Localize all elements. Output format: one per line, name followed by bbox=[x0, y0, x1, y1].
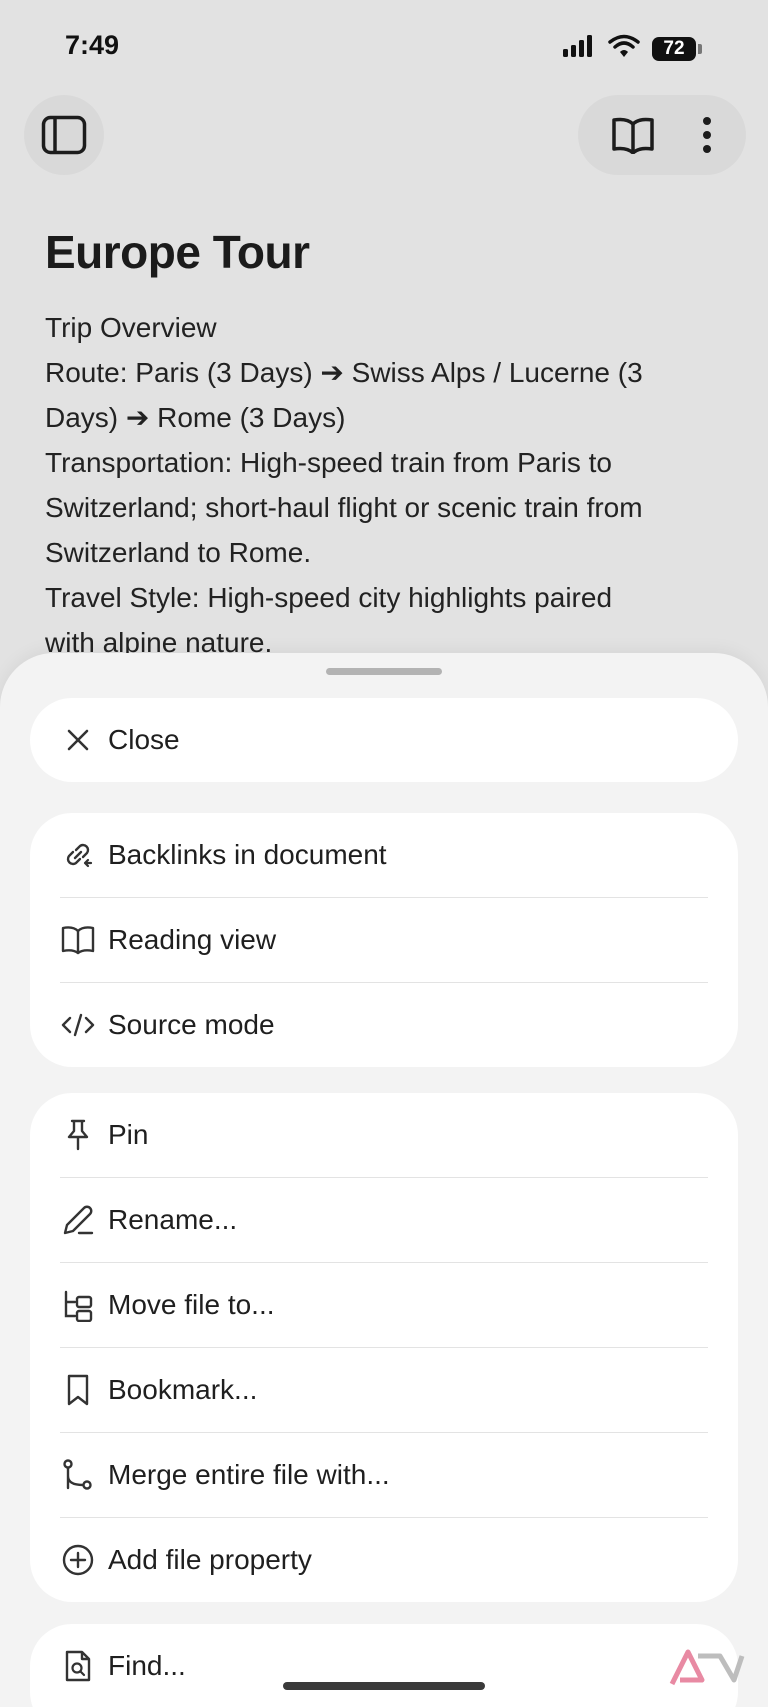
menu-item-bookmark[interactable]: Bookmark... bbox=[30, 1348, 738, 1432]
signal-icon bbox=[562, 34, 596, 63]
menu-item-find[interactable]: Find... bbox=[30, 1624, 738, 1707]
menu-item-label: Rename... bbox=[108, 1204, 238, 1235]
book-open-icon bbox=[60, 922, 96, 958]
watermark-logo bbox=[668, 1640, 748, 1690]
document-line: Switzerland; short-haul flight or scenic… bbox=[45, 492, 643, 523]
document-line: Travel Style: High-speed city highlights… bbox=[45, 582, 613, 613]
menu-item-move-file[interactable]: Move file to... bbox=[30, 1263, 738, 1347]
menu-item-label: Source mode bbox=[108, 1009, 275, 1040]
merge-icon bbox=[60, 1457, 96, 1493]
options-bottom-sheet: Close Backlinks in document Reading view… bbox=[0, 653, 768, 1707]
sheet-drag-handle[interactable] bbox=[326, 668, 442, 675]
close-label: Close bbox=[108, 724, 180, 755]
menu-item-label: Bookmark... bbox=[108, 1374, 258, 1405]
book-open-icon bbox=[612, 117, 654, 154]
status-time: 7:49 bbox=[65, 30, 120, 60]
sidebar-toggle-button[interactable] bbox=[24, 95, 104, 175]
close-card: Close bbox=[30, 698, 738, 782]
search-options-card: Find... bbox=[30, 1624, 738, 1707]
document-line: Trip Overview bbox=[45, 312, 217, 343]
menu-item-backlinks[interactable]: Backlinks in document bbox=[30, 813, 738, 897]
menu-item-rename[interactable]: Rename... bbox=[30, 1178, 738, 1262]
status-icons: 72 bbox=[562, 34, 702, 63]
battery-tip bbox=[698, 43, 702, 54]
more-options-button[interactable] bbox=[701, 115, 713, 155]
menu-item-label: Merge entire file with... bbox=[108, 1459, 390, 1490]
battery-indicator: 72 bbox=[652, 36, 702, 61]
menu-item-label: Pin bbox=[108, 1119, 149, 1150]
menu-item-reading-view[interactable]: Reading view bbox=[30, 898, 738, 982]
file-options-card: Pin Rename... Move file to... Bookmark..… bbox=[30, 1093, 738, 1602]
document-content: Europe Tour Trip Overview Route: Paris (… bbox=[45, 225, 715, 665]
document-line: Transportation: High-speed train from Pa… bbox=[45, 447, 612, 478]
backlinks-icon bbox=[60, 837, 96, 873]
pencil-icon bbox=[60, 1202, 96, 1238]
menu-item-add-property[interactable]: Add file property bbox=[30, 1518, 738, 1602]
menu-item-label: Find... bbox=[108, 1650, 186, 1681]
menu-item-merge[interactable]: Merge entire file with... bbox=[30, 1433, 738, 1517]
reading-view-toggle[interactable] bbox=[611, 116, 655, 154]
menu-item-label: Reading view bbox=[108, 924, 277, 955]
menu-item-label: Move file to... bbox=[108, 1289, 275, 1320]
plus-circle-icon bbox=[60, 1542, 96, 1578]
bookmark-icon bbox=[60, 1372, 96, 1408]
document-line: Switzerland to Rome. bbox=[45, 537, 312, 568]
toolbar-actions bbox=[578, 95, 746, 175]
more-vertical-icon bbox=[703, 117, 711, 153]
file-search-icon bbox=[60, 1648, 96, 1684]
document-line: Days) ➔ Rome (3 Days) bbox=[45, 402, 346, 433]
view-options-card: Backlinks in document Reading view Sourc… bbox=[30, 813, 738, 1067]
close-icon bbox=[60, 722, 96, 758]
menu-item-label: Backlinks in document bbox=[108, 839, 387, 870]
menu-item-pin[interactable]: Pin bbox=[30, 1093, 738, 1177]
battery-level: 72 bbox=[652, 36, 696, 61]
status-bar: 7:49 72 bbox=[0, 0, 768, 95]
document-title[interactable]: Europe Tour bbox=[45, 225, 715, 279]
wifi-icon bbox=[608, 34, 640, 63]
close-button[interactable]: Close bbox=[30, 698, 738, 782]
home-indicator[interactable] bbox=[283, 1682, 485, 1690]
sidebar-toggle-icon bbox=[41, 115, 87, 155]
pin-icon bbox=[60, 1117, 96, 1153]
menu-item-label: Add file property bbox=[108, 1544, 312, 1575]
code-icon bbox=[60, 1007, 96, 1043]
menu-item-source-mode[interactable]: Source mode bbox=[30, 983, 738, 1067]
document-line: Route: Paris (3 Days) ➔ Swiss Alps / Luc… bbox=[45, 357, 643, 388]
folder-tree-icon bbox=[60, 1287, 96, 1323]
